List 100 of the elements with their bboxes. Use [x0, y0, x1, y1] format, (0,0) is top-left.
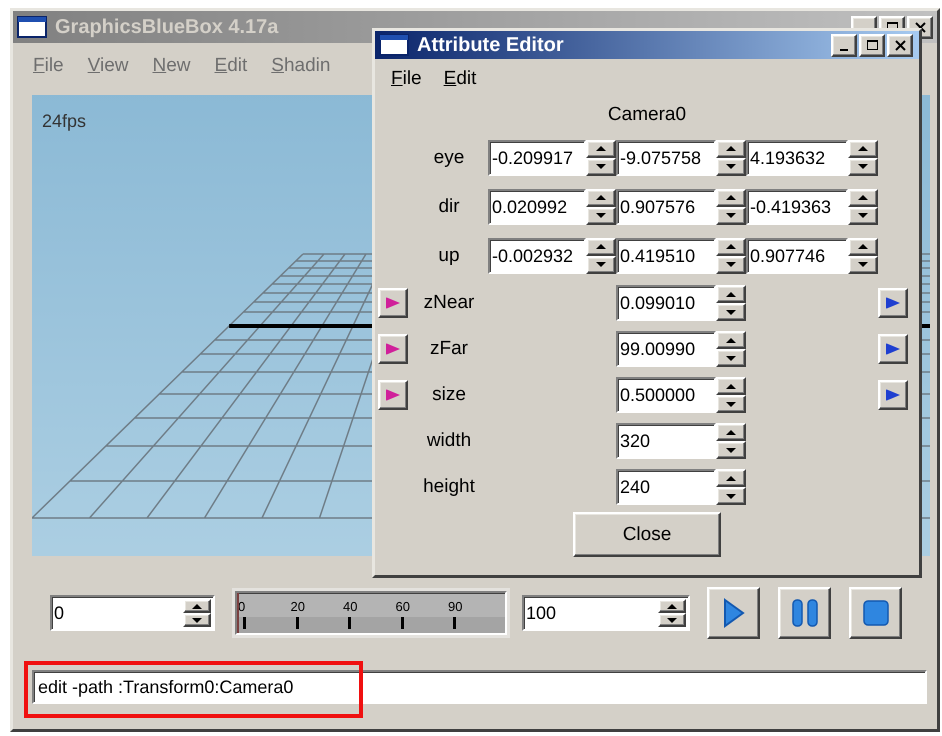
up-arrow-icon: [726, 292, 736, 296]
number-field[interactable]: 0.099010: [616, 285, 716, 321]
number-field[interactable]: 99.00990: [616, 331, 716, 367]
number-field[interactable]: 100: [522, 595, 690, 631]
spin-down-button[interactable]: [716, 206, 746, 224]
spin-down-button[interactable]: [658, 613, 686, 627]
pause-button[interactable]: [778, 587, 831, 639]
spin-up-button[interactable]: [848, 188, 878, 206]
attribute-label: eye: [434, 146, 464, 168]
arrow-button[interactable]: [378, 334, 408, 364]
number-field[interactable]: -0.419363: [746, 188, 848, 224]
close-icon: [894, 40, 906, 50]
close-button[interactable]: [887, 34, 913, 56]
spin-down-button[interactable]: [716, 303, 746, 321]
number-field[interactable]: -0.002932: [488, 238, 586, 274]
spin-down-button[interactable]: [183, 613, 211, 627]
number-field[interactable]: 0.419510: [616, 238, 716, 274]
window-title: Attribute Editor: [417, 34, 564, 56]
spin-up-button[interactable]: [848, 238, 878, 256]
tick-mark: [400, 617, 404, 629]
spin-up-button[interactable]: [716, 285, 746, 303]
spin-down-button[interactable]: [586, 158, 616, 176]
minimize-button[interactable]: [831, 34, 857, 56]
tick-label: 60: [396, 599, 410, 614]
menu-item[interactable]: Edit: [444, 68, 476, 90]
down-arrow-icon: [596, 262, 606, 267]
number-field[interactable]: -0.209917: [488, 140, 586, 176]
up-arrow-icon: [858, 244, 868, 249]
number-field[interactable]: 0: [50, 595, 215, 631]
play-button[interactable]: [707, 587, 760, 639]
up-arrow-icon: [596, 195, 606, 200]
up-arrow-icon: [858, 146, 868, 151]
maximize-button[interactable]: [859, 34, 885, 56]
spin-down-button[interactable]: [716, 487, 746, 505]
arrow-button[interactable]: [878, 334, 908, 364]
spin-down-button[interactable]: [716, 441, 746, 459]
minimize-icon: [840, 48, 848, 50]
attribute-label: width: [426, 430, 472, 452]
spin-up-button[interactable]: [848, 140, 878, 158]
spin-up-button[interactable]: [716, 188, 746, 206]
down-arrow-icon: [858, 164, 868, 169]
number-field[interactable]: 0.020992: [488, 188, 586, 224]
up-arrow-icon: [726, 384, 736, 388]
triangle-icon: [885, 389, 901, 401]
up-arrow-icon: [726, 430, 736, 434]
spin-down-button[interactable]: [716, 158, 746, 176]
down-arrow-icon: [726, 164, 736, 169]
spin-down-button[interactable]: [848, 158, 878, 176]
attribute-label: zNear: [424, 292, 474, 314]
stop-button[interactable]: [849, 587, 902, 639]
up-arrow-icon: [596, 146, 606, 151]
spin-down-button[interactable]: [716, 349, 746, 367]
spin-down-button[interactable]: [716, 256, 746, 274]
spin-up-button[interactable]: [716, 377, 746, 395]
spin-up-button[interactable]: [716, 331, 746, 349]
number-field[interactable]: -9.075758: [616, 140, 716, 176]
tick-label: 20: [290, 599, 305, 614]
menu-item[interactable]: File: [391, 68, 422, 90]
tick-mark: [296, 617, 298, 629]
spin-up-button[interactable]: [716, 423, 746, 441]
number-field[interactable]: 0.907576: [616, 188, 716, 224]
down-arrow-icon: [858, 262, 868, 267]
spin-up-button[interactable]: [716, 469, 746, 487]
down-arrow-icon: [726, 213, 736, 218]
arrow-button[interactable]: [378, 288, 408, 318]
spin-down-button[interactable]: [586, 206, 616, 224]
number-field[interactable]: 320: [616, 423, 716, 459]
spin-down-button[interactable]: [586, 256, 616, 274]
number-field[interactable]: 0.907746: [746, 238, 848, 274]
down-arrow-icon: [726, 448, 736, 452]
window-icon: [17, 16, 47, 38]
number-field[interactable]: 0.500000: [616, 377, 716, 413]
command-field[interactable]: edit -path :Transform0:Camera0: [32, 670, 927, 704]
attribute-label: up: [438, 244, 460, 266]
triangle-icon: [885, 343, 901, 355]
spin-down-button[interactable]: [848, 206, 878, 224]
down-arrow-icon: [726, 402, 736, 406]
spin-up-button[interactable]: [586, 140, 616, 158]
window-icon: [379, 34, 409, 56]
maximize-icon: [866, 40, 878, 50]
spin-up-button[interactable]: [716, 140, 746, 158]
spin-up-button[interactable]: [716, 238, 746, 256]
arrow-button[interactable]: [378, 380, 408, 410]
up-arrow-icon: [596, 244, 606, 249]
arrow-button[interactable]: [878, 380, 908, 410]
arrow-button[interactable]: [878, 288, 908, 318]
spin-up-button[interactable]: [586, 238, 616, 256]
spin-up-button[interactable]: [658, 599, 686, 613]
spin-up-button[interactable]: [183, 599, 211, 613]
down-arrow-icon: [667, 618, 677, 622]
number-field[interactable]: 4.193632: [746, 140, 848, 176]
up-arrow-icon: [726, 338, 736, 342]
spin-down-button[interactable]: [848, 256, 878, 274]
tick-mark: [453, 617, 456, 629]
number-field[interactable]: 240: [616, 469, 716, 505]
down-arrow-icon: [858, 213, 868, 218]
spin-down-button[interactable]: [716, 395, 746, 413]
spin-up-button[interactable]: [586, 188, 616, 206]
triangle-icon: [385, 343, 401, 355]
close-button[interactable]: Close: [573, 512, 721, 557]
